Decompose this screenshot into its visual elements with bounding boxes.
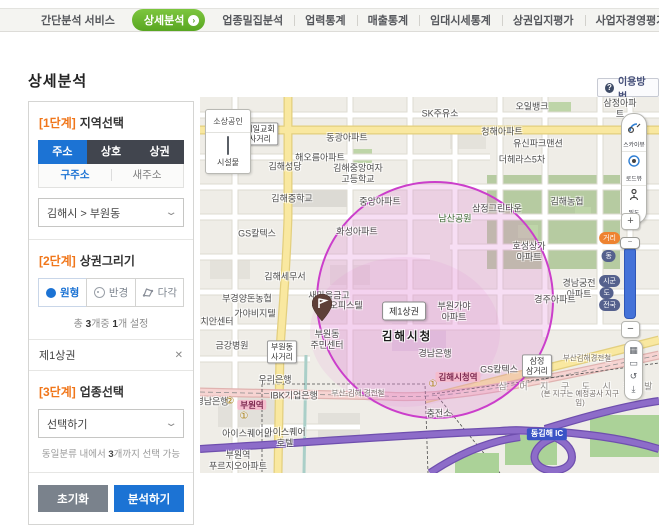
small-business-toggle[interactable]: 소상공인: [206, 110, 250, 132]
step1-badge: [1단계]: [39, 116, 76, 130]
region-select[interactable]: 김해시 > 부원동 ⌄: [38, 198, 184, 227]
zoom-slider-handle[interactable]: −: [620, 237, 640, 249]
polygon-icon: [142, 287, 154, 298]
shape-circle-button[interactable]: 원형: [38, 278, 87, 307]
subtab-old-address[interactable]: 구주소: [39, 164, 111, 187]
tab-trade-area[interactable]: 상권: [135, 140, 184, 164]
reset-button[interactable]: 초기화: [38, 485, 108, 512]
zoom-in-button[interactable]: +: [621, 213, 640, 230]
facilities-toggle[interactable]: 시설물: [206, 132, 250, 173]
shape-buttons: 원형 반경 다각: [38, 278, 184, 307]
address-subtabs: 구주소 새주소: [38, 164, 184, 188]
person-icon: [629, 189, 639, 201]
step2-section: [2단계] 상권그리기 원형 반경 다각 총 3개중 1개 설정: [29, 240, 193, 330]
page-title: 상세분석: [28, 70, 87, 91]
nav-item-rent-stats[interactable]: 임대시세통계: [419, 12, 502, 28]
shape-radius-label: 반경: [109, 285, 128, 300]
chevron-right-icon: ›: [188, 15, 199, 26]
step3-badge: [3단계]: [39, 385, 76, 399]
nav-item-density-analysis[interactable]: 업종밀집분석: [211, 12, 294, 28]
tab-store-name[interactable]: 상호: [87, 140, 136, 164]
circle-icon: [46, 288, 56, 298]
roadview-button[interactable]: 로드뷰: [622, 151, 646, 185]
shape-polygon-label: 다각: [158, 285, 177, 300]
tab-address[interactable]: 주소: [38, 140, 87, 164]
region-select-value: 김해시 > 부원동: [47, 205, 120, 221]
region-tabs: 주소 상호 상권: [38, 140, 184, 164]
subtab-new-address[interactable]: 새주소: [111, 164, 183, 187]
area-count-status: 총 3개중 1개 설정: [38, 315, 184, 330]
map-overlay-toggles: 소상공인 시설물: [205, 109, 251, 174]
map-canvas[interactable]: 제일교회 사거리동광아파트해오름아파트김해성당김해중앙여자 고등학교김해중학교중…: [200, 97, 659, 473]
panel-footer: 초기화 분석하기: [29, 472, 193, 524]
trade-area-name: 제1상권: [39, 347, 75, 363]
zoom-slider-track[interactable]: [624, 247, 636, 319]
step3-title: 업종선택: [80, 385, 124, 399]
map-tools: ▦ ▭ ↺ ⤓: [624, 340, 643, 400]
map-graphics: [200, 97, 659, 473]
nav-item-label: 상세분석: [144, 12, 184, 28]
skyview-label: 스카이뷰: [623, 140, 645, 149]
industry-select-value: 선택하기: [47, 416, 87, 432]
analysis-panel: [1단계] 지역선택 주소 상호 상권 구주소 새주소 김해시 > 부원동 ⌄ […: [28, 101, 194, 525]
area-measure-icon[interactable]: ▦: [625, 344, 642, 357]
trade-area-row: 제1상권 ✕: [29, 339, 193, 371]
skyview-button[interactable]: 스카이뷰: [622, 118, 646, 151]
shape-polygon-button[interactable]: 다각: [135, 278, 184, 307]
undo-icon[interactable]: ↺: [625, 370, 642, 383]
analyze-button[interactable]: 분석하기: [114, 485, 184, 512]
nav-item-management-eval[interactable]: 사업자경영평가: [585, 12, 659, 28]
zoom-level-nation[interactable]: 전국: [599, 299, 620, 311]
zoom-level-city[interactable]: 시군: [599, 275, 620, 287]
trade-area-map-label: 제1상권: [382, 302, 426, 321]
roadview-icon: [628, 155, 640, 167]
industry-select[interactable]: 선택하기 ⌄: [38, 409, 184, 438]
download-icon[interactable]: ⤓: [625, 383, 642, 396]
step1-title: 지역선택: [80, 116, 124, 130]
zoom-level-street[interactable]: 거리: [599, 232, 620, 244]
map-view-controls: 스카이뷰 로드뷰 밀도: [621, 113, 647, 224]
zoom-level-dong[interactable]: 동: [602, 250, 616, 262]
zoom-out-button[interactable]: −: [621, 321, 640, 338]
nav-item-detail-analysis[interactable]: 상세분석 ›: [132, 9, 205, 31]
nav-item-business-age-stats[interactable]: 업력통계: [294, 12, 356, 28]
step2-title: 상권그리기: [80, 254, 135, 268]
nav-item-sales-stats[interactable]: 매출통계: [357, 12, 419, 28]
building-icon: [227, 136, 229, 155]
nav-item-simple-analysis[interactable]: 간단분석 서비스: [30, 12, 126, 28]
distance-measure-icon[interactable]: ▭: [625, 357, 642, 370]
help-button[interactable]: ? 이용방법: [597, 78, 659, 97]
small-business-label: 소상공인: [206, 116, 250, 127]
chevron-down-icon: ⌄: [164, 207, 177, 218]
step2-heading: [2단계] 상권그리기: [39, 252, 184, 269]
step2-badge: [2단계]: [39, 254, 76, 268]
roadview-label: 로드뷰: [623, 174, 645, 183]
shape-circle-label: 원형: [60, 285, 79, 300]
radius-icon: [94, 287, 105, 298]
zoom-level-province[interactable]: 도: [600, 287, 614, 299]
step3-section: [3단계] 업종선택 선택하기 ⌄ 동일분류 내에서 3개까지 선택 가능: [29, 371, 193, 460]
question-icon: ?: [605, 83, 614, 93]
chevron-down-icon: ⌄: [164, 418, 177, 429]
step1-section: [1단계] 지역선택: [29, 102, 193, 131]
shape-radius-button[interactable]: 반경: [86, 278, 135, 307]
step1-heading: [1단계] 지역선택: [39, 114, 184, 131]
remove-area-icon[interactable]: ✕: [175, 350, 183, 361]
nav-item-location-eval[interactable]: 상권입지평가: [502, 12, 585, 28]
top-navigation: 간단분석 서비스 상세분석 › 업종밀집분석 업력통계 매출통계 임대시세통계 …: [0, 8, 659, 32]
satellite-icon: [628, 122, 641, 133]
facilities-label: 시설물: [206, 157, 250, 168]
industry-note: 동일분류 내에서 3개까지 선택 가능: [38, 446, 184, 460]
step3-heading: [3단계] 업종선택: [39, 383, 184, 400]
